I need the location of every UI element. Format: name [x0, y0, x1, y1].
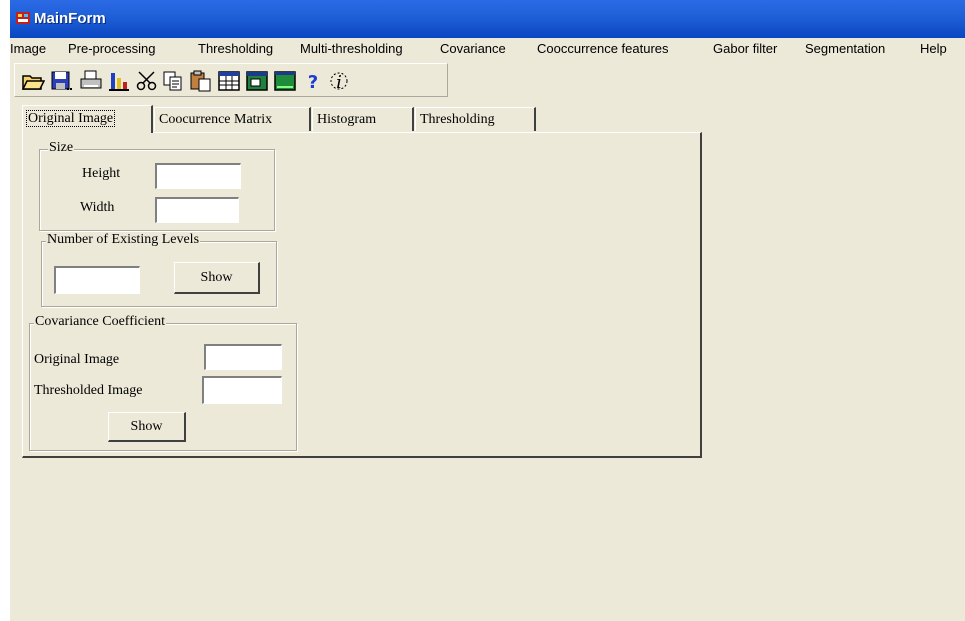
menu-cooccurrence-features[interactable]: Cooccurrence features — [537, 41, 669, 56]
tab-histogram-label: Histogram — [317, 112, 377, 127]
menu-covariance[interactable]: Covariance — [440, 41, 506, 56]
screen-icon[interactable] — [273, 69, 297, 93]
help-icon[interactable]: ? — [301, 69, 325, 93]
menu-help[interactable]: Help — [920, 41, 947, 56]
existing-levels-field[interactable] — [54, 266, 140, 294]
original-image-label: Original Image — [34, 352, 120, 367]
grid-icon[interactable] — [217, 69, 241, 93]
main-window: MainForm Image Pre-processing Thresholdi… — [10, 0, 965, 621]
info-icon[interactable]: i — [327, 69, 351, 93]
show-covariance-button[interactable]: Show — [108, 412, 186, 442]
thresholded-image-field[interactable] — [202, 376, 282, 404]
window-title: MainForm — [34, 10, 106, 27]
existing-levels-group: Number of Existing Levels Show — [41, 232, 277, 307]
chart-icon[interactable] — [107, 69, 131, 93]
covariance-group: Covariance Coefficient Original Image Th… — [29, 314, 297, 451]
title-bar[interactable]: MainForm — [10, 0, 965, 38]
menu-bar: Image Pre-processing Thresholding Multi-… — [10, 38, 965, 60]
tab-histogram[interactable]: Histogram — [312, 107, 414, 131]
show-levels-button[interactable]: Show — [174, 262, 260, 294]
toolbar: ? i — [10, 61, 965, 97]
tab-coocurrence-matrix-label: Coocurrence Matrix — [159, 112, 273, 127]
toolbar-group: ? i — [14, 63, 448, 97]
window-icon[interactable] — [245, 69, 269, 93]
tab-thresholding[interactable]: Thresholding — [415, 107, 536, 131]
open-folder-icon[interactable] — [21, 69, 45, 93]
svg-text:i: i — [336, 72, 342, 93]
save-icon[interactable] — [49, 69, 73, 93]
copy-icon[interactable] — [161, 69, 185, 93]
size-group: Size Height Width — [39, 140, 275, 231]
tab-panel-original-image: Size Height Width Number of Existing Lev… — [22, 132, 702, 458]
menu-multi-thresholding[interactable]: Multi-thresholding — [300, 41, 403, 56]
width-label: Width — [80, 200, 115, 215]
menu-thresholding[interactable]: Thresholding — [198, 41, 273, 56]
height-field[interactable] — [155, 163, 241, 189]
menu-image[interactable]: Image — [10, 41, 46, 56]
size-group-label: Size — [48, 140, 75, 156]
cut-icon[interactable] — [135, 69, 159, 93]
paste-icon[interactable] — [189, 69, 213, 93]
menu-pre-processing[interactable]: Pre-processing — [68, 41, 155, 56]
existing-levels-label: Number of Existing Levels — [46, 232, 201, 248]
height-label: Height — [82, 166, 121, 181]
menu-segmentation[interactable]: Segmentation — [805, 41, 885, 56]
menu-gabor-filter[interactable]: Gabor filter — [713, 41, 777, 56]
covariance-group-label: Covariance Coefficient — [34, 314, 166, 330]
thresholded-image-label: Thresholded Image — [34, 383, 143, 398]
tab-original-image-label: Original Image — [25, 110, 116, 127]
svg-text:?: ? — [308, 72, 318, 93]
app-icon — [16, 12, 30, 24]
tab-coocurrence-matrix[interactable]: Coocurrence Matrix — [154, 107, 311, 131]
print-icon[interactable] — [79, 69, 103, 93]
tab-original-image[interactable]: Original Image — [22, 105, 153, 133]
original-image-field[interactable] — [204, 344, 282, 370]
tab-thresholding-label: Thresholding — [420, 112, 495, 127]
width-field[interactable] — [155, 197, 239, 223]
